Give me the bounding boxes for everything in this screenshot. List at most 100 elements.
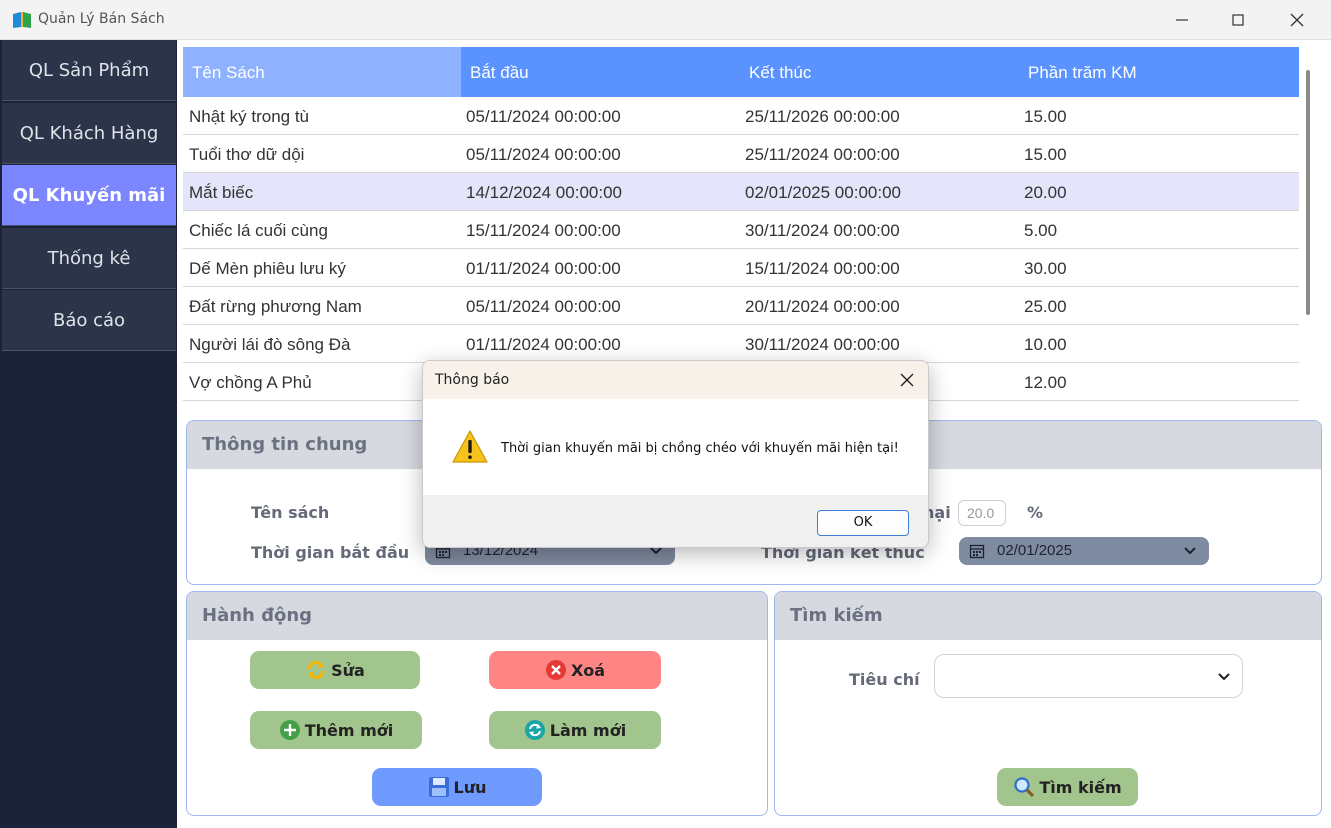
column-header-book-name[interactable]: Tên Sách xyxy=(183,47,461,97)
table-row[interactable]: Đất rừng phương Nam 05/11/2024 00:00:00 … xyxy=(183,287,1299,325)
add-button-label: Thêm mới xyxy=(304,720,394,740)
delete-x-icon xyxy=(545,660,566,680)
search-button[interactable]: Tìm kiếm xyxy=(997,768,1138,806)
dialog-footer: OK xyxy=(423,495,928,547)
table-scrollbar[interactable] xyxy=(1306,70,1310,315)
column-header-percent[interactable]: Phần trăm KM xyxy=(1019,47,1299,97)
title-bar: Quản Lý Bán Sách xyxy=(0,0,1331,40)
delete-button[interactable]: Xoá xyxy=(489,651,661,689)
cell-book-name: Chiếc lá cuối cùng xyxy=(189,221,328,240)
sidebar-item-statistics[interactable]: Thống kê xyxy=(2,228,176,289)
chevron-down-icon xyxy=(1218,673,1230,681)
add-plus-icon xyxy=(279,720,300,740)
sidebar-item-products[interactable]: QL Sản Phẩm xyxy=(2,40,176,101)
cell-percent: 15.00 xyxy=(1024,107,1067,126)
cell-end: 30/11/2024 00:00:00 xyxy=(745,335,900,354)
cell-percent: 5.00 xyxy=(1024,221,1058,240)
cell-start: 15/11/2024 00:00:00 xyxy=(466,221,621,240)
delete-button-label: Xoá xyxy=(570,660,606,680)
search-button-label: Tìm kiếm xyxy=(1039,777,1122,797)
save-disk-icon xyxy=(428,777,449,797)
table-row-selected[interactable]: Mắt biếc 14/12/2024 00:00:00 02/01/2025 … xyxy=(183,173,1299,211)
cell-percent: 15.00 xyxy=(1024,145,1067,164)
cell-percent: 25.00 xyxy=(1024,297,1067,316)
cell-percent: 10.00 xyxy=(1024,335,1067,354)
table-row[interactable]: Người lái đò sông Đà 01/11/2024 00:00:00… xyxy=(183,325,1299,363)
sidebar-item-label: QL Khách Hàng xyxy=(19,122,159,144)
cell-percent: 12.00 xyxy=(1024,373,1067,392)
table-row[interactable]: Tuổi thơ dữ dội 05/11/2024 00:00:00 25/1… xyxy=(183,135,1299,173)
cell-end: 30/11/2024 00:00:00 xyxy=(745,221,900,240)
promotions-table[interactable]: Tên Sách Bắt đầu Kết thúc Phần trăm KM N… xyxy=(183,47,1299,412)
table-row[interactable]: Dế Mèn phiêu lưu ký 01/11/2024 00:00:00 … xyxy=(183,249,1299,287)
cell-percent: 30.00 xyxy=(1024,259,1067,278)
end-date-value: 02/01/2025 xyxy=(997,542,1073,559)
sidebar-item-label: QL Khuyến mãi xyxy=(12,184,166,206)
end-date-picker[interactable]: 02/01/2025 xyxy=(959,537,1209,565)
cell-book-name: Vợ chồng A Phủ xyxy=(189,373,312,392)
sidebar-item-customers[interactable]: QL Khách Hàng xyxy=(2,103,176,164)
cell-end: 20/11/2024 00:00:00 xyxy=(745,297,900,316)
warning-icon xyxy=(452,430,488,463)
sidebar-item-reports[interactable]: Báo cáo xyxy=(2,290,176,351)
window-title: Quản Lý Bán Sách xyxy=(38,11,165,27)
refresh-button-label: Làm mới xyxy=(549,720,627,740)
sidebar: QL Sản Phẩm QL Khách Hàng QL Khuyến mãi … xyxy=(0,40,177,828)
cell-book-name: Người lái đò sông Đà xyxy=(189,335,351,354)
table-header: Tên Sách Bắt đầu Kết thúc Phần trăm KM xyxy=(183,47,1299,97)
magnifier-icon xyxy=(1014,777,1035,798)
table-row[interactable]: Nhật ký trong tù 05/11/2024 00:00:00 25/… xyxy=(183,97,1299,135)
add-button[interactable]: Thêm mới xyxy=(250,711,422,749)
calendar-icon xyxy=(969,544,985,559)
column-header-end[interactable]: Kết thúc xyxy=(740,47,1019,97)
notification-dialog: Thông báo Thời gian khuyến mãi bị chồng … xyxy=(422,360,929,548)
discount-percent-input[interactable]: 20.0 xyxy=(958,500,1006,526)
table-row[interactable]: Chiếc lá cuối cùng 15/11/2024 00:00:00 3… xyxy=(183,211,1299,249)
minimize-icon[interactable] xyxy=(1170,8,1194,32)
criteria-label: Tiêu chí xyxy=(849,670,920,689)
sidebar-item-label: Thống kê xyxy=(47,247,131,269)
app-book-icon xyxy=(13,12,31,28)
cell-start: 01/11/2024 00:00:00 xyxy=(466,259,621,278)
close-window-icon[interactable] xyxy=(1285,8,1309,32)
cell-end: 15/11/2024 00:00:00 xyxy=(745,259,900,278)
cell-end: 25/11/2024 00:00:00 xyxy=(745,145,900,164)
start-time-label: Thời gian bắt đầu xyxy=(251,543,410,562)
close-icon[interactable] xyxy=(897,370,917,390)
dialog-title-bar: Thông báo xyxy=(423,361,928,399)
edit-button[interactable]: Sửa xyxy=(250,651,420,689)
cell-book-name: Dế Mèn phiêu lưu ký xyxy=(189,259,346,278)
book-name-label: Tên sách xyxy=(251,503,330,522)
edit-button-label: Sửa xyxy=(331,660,365,680)
ok-button[interactable]: OK xyxy=(817,510,909,536)
actions-panel: Hành động Sửa Xoá Thêm mới Làm mới Lưu xyxy=(186,591,768,816)
criteria-select[interactable] xyxy=(934,654,1243,698)
save-button[interactable]: Lưu xyxy=(372,768,542,806)
cell-start: 14/12/2024 00:00:00 xyxy=(466,183,622,202)
actions-title: Hành động xyxy=(187,592,767,640)
cell-end: 02/01/2025 00:00:00 xyxy=(745,183,901,202)
sidebar-item-label: QL Sản Phẩm xyxy=(28,59,150,81)
dialog-title: Thông báo xyxy=(435,372,510,388)
search-panel: Tìm kiếm Tiêu chí Tìm kiếm xyxy=(774,591,1322,816)
refresh-icon xyxy=(307,661,325,679)
cell-book-name: Mắt biếc xyxy=(189,183,254,202)
cell-percent: 20.00 xyxy=(1024,183,1067,202)
maximize-icon[interactable] xyxy=(1226,8,1250,32)
search-title: Tìm kiếm xyxy=(775,592,1321,640)
save-button-label: Lưu xyxy=(453,777,487,797)
column-header-start[interactable]: Bắt đầu xyxy=(461,47,740,97)
sidebar-item-promotions[interactable]: QL Khuyến mãi xyxy=(2,165,176,226)
cell-start: 01/11/2024 00:00:00 xyxy=(466,335,621,354)
refresh-button[interactable]: Làm mới xyxy=(489,711,661,749)
cell-book-name: Tuổi thơ dữ dội xyxy=(189,145,305,164)
cell-book-name: Nhật ký trong tù xyxy=(189,107,310,126)
reload-icon xyxy=(524,720,545,740)
chevron-down-icon xyxy=(1184,547,1196,555)
cell-start: 05/11/2024 00:00:00 xyxy=(466,145,621,164)
cell-start: 05/11/2024 00:00:00 xyxy=(466,107,621,126)
percent-sign: % xyxy=(1027,503,1044,522)
dialog-message: Thời gian khuyến mãi bị chồng chéo với k… xyxy=(501,441,899,456)
cell-end: 25/11/2026 00:00:00 xyxy=(745,107,900,126)
cell-book-name: Đất rừng phương Nam xyxy=(189,297,362,316)
